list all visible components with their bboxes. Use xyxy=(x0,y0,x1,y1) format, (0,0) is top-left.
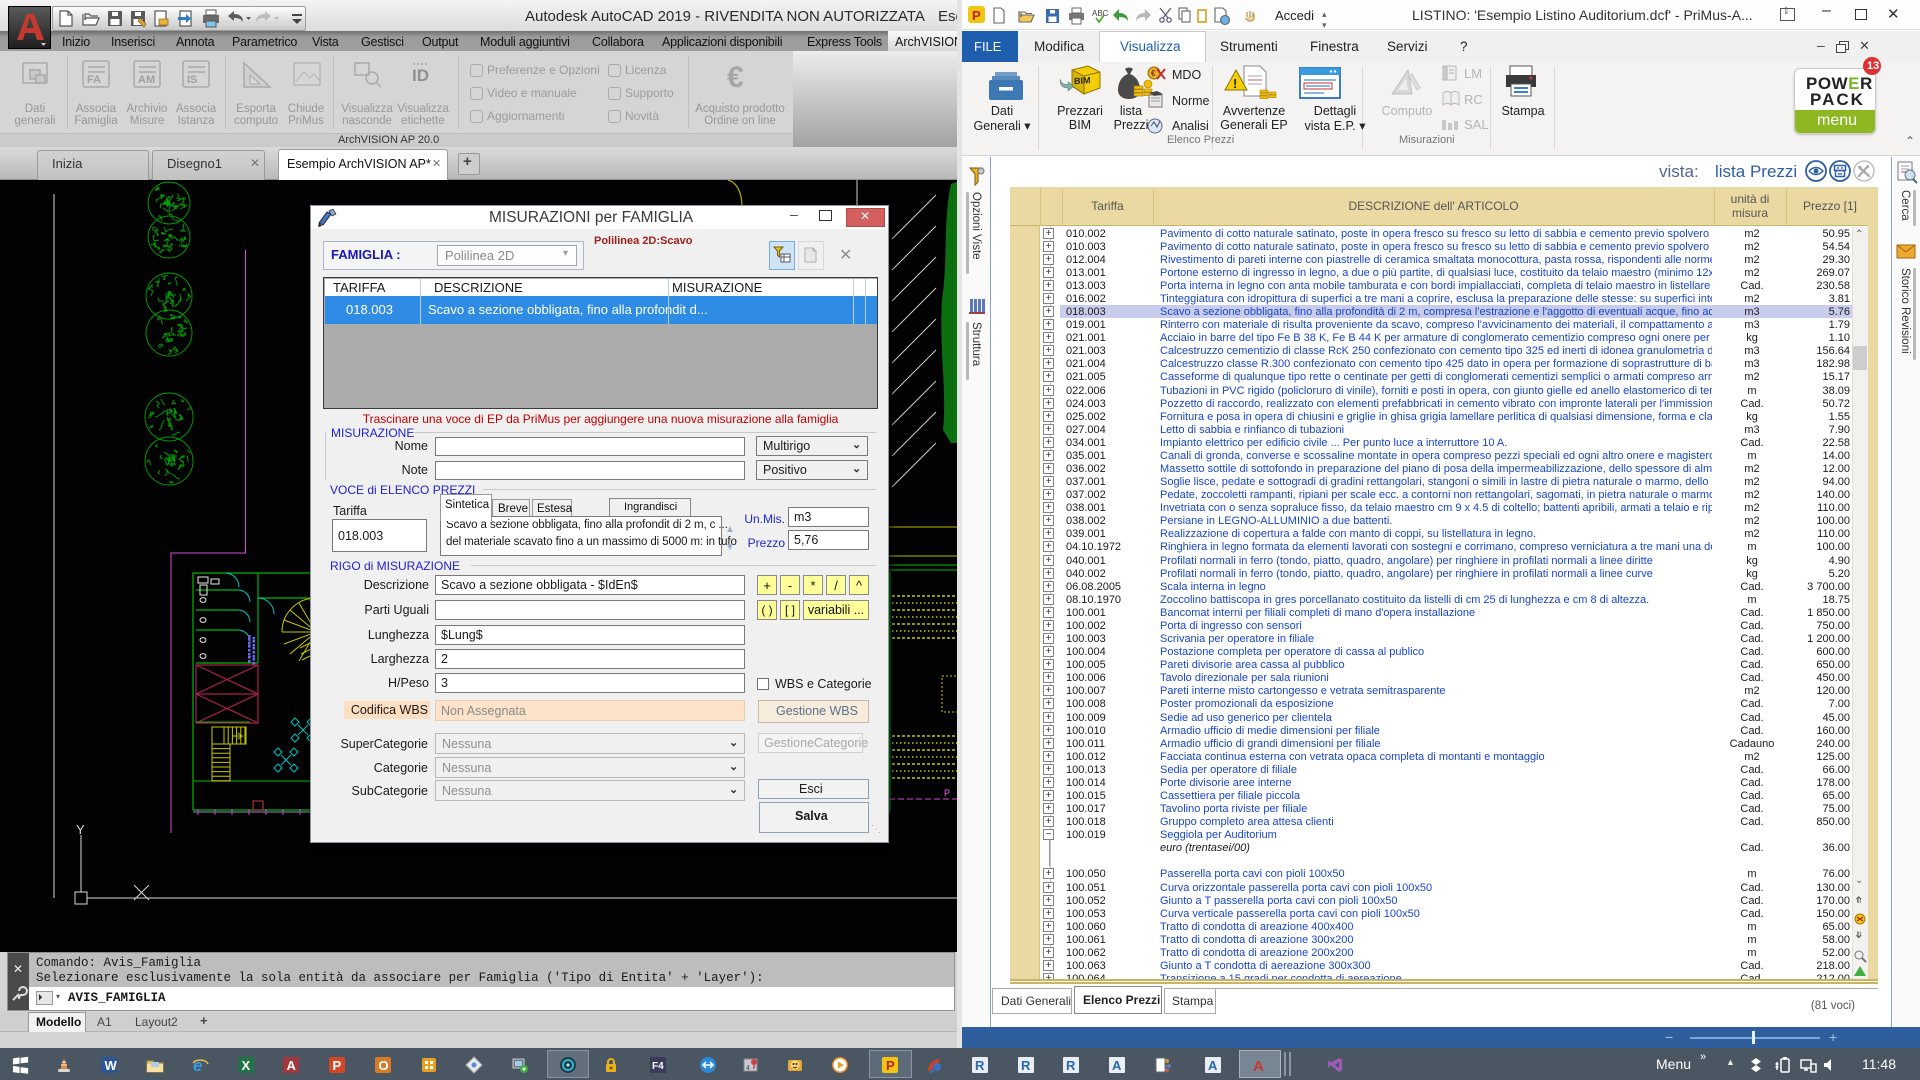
svg-text:F4: F4 xyxy=(652,1061,664,1072)
svg-text:€: € xyxy=(727,61,744,94)
svg-text:A: A xyxy=(1112,1058,1122,1073)
svg-text:ID: ID xyxy=(412,66,429,85)
svg-text:AM: AM xyxy=(138,74,155,86)
svg-text:A: A xyxy=(1253,1058,1264,1074)
svg-text:R: R xyxy=(975,1058,985,1073)
svg-text:FA: FA xyxy=(87,74,101,86)
svg-text:BIM: BIM xyxy=(1074,75,1090,86)
svg-text:IS: IS xyxy=(187,74,197,86)
svg-text:!: ! xyxy=(1233,76,1237,91)
svg-text:P: P xyxy=(886,1058,895,1073)
svg-text:4: 4 xyxy=(746,1065,750,1072)
svg-text:X: X xyxy=(242,1058,251,1073)
svg-text:W: W xyxy=(105,1058,118,1073)
svg-text:O: O xyxy=(379,1058,389,1073)
svg-text:P: P xyxy=(972,8,981,23)
svg-text:A: A xyxy=(287,1058,297,1073)
svg-text:R: R xyxy=(1021,1058,1031,1073)
svg-text:Y: Y xyxy=(76,822,85,837)
svg-text:P: P xyxy=(333,1058,342,1073)
svg-text:P: P xyxy=(944,788,950,798)
svg-text:e: e xyxy=(193,1056,202,1074)
svg-text:R: R xyxy=(1066,1058,1076,1073)
svg-text:ABC: ABC xyxy=(1092,9,1109,18)
svg-text:€: € xyxy=(1151,69,1156,78)
svg-text:A: A xyxy=(1208,1058,1218,1073)
